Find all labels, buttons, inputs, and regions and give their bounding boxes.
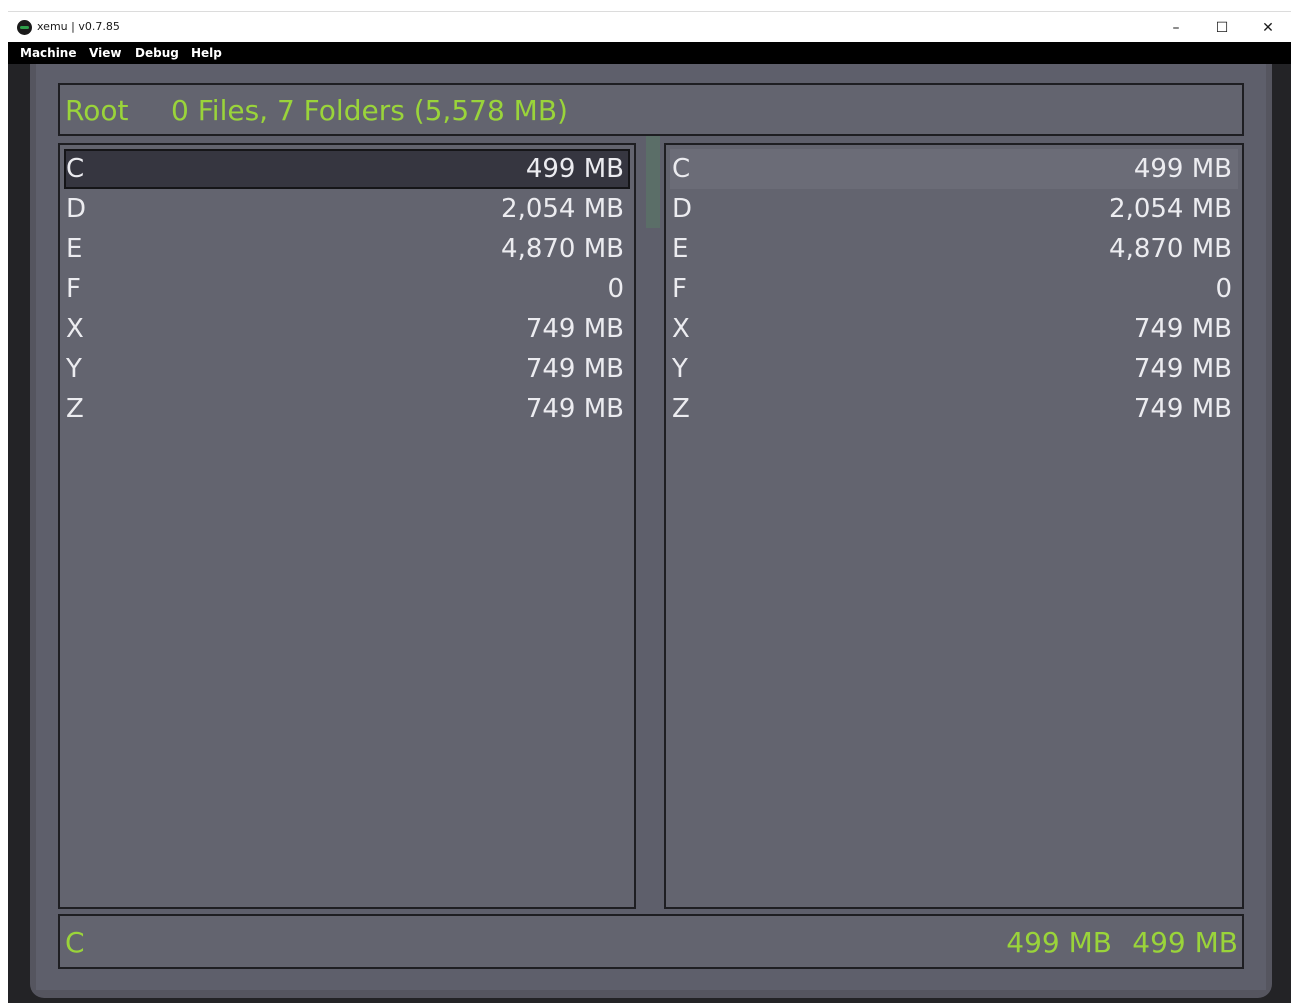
item-name: C bbox=[66, 154, 85, 184]
list-item[interactable]: Y 749 MB bbox=[670, 349, 1238, 389]
menu-debug[interactable]: Debug bbox=[135, 46, 179, 60]
location-header: Root 0 Files, 7 Folders (5,578 MB) bbox=[58, 83, 1244, 136]
list-item[interactable]: Z 749 MB bbox=[670, 389, 1238, 429]
item-name: E bbox=[66, 234, 83, 264]
item-size: 2,054 MB bbox=[501, 194, 624, 224]
item-name: Z bbox=[66, 394, 84, 424]
item-name: D bbox=[672, 194, 693, 224]
location-label: Root bbox=[65, 94, 129, 127]
menu-help[interactable]: Help bbox=[191, 46, 222, 60]
list-item[interactable]: E 4,870 MB bbox=[670, 229, 1238, 269]
list-item[interactable]: C 499 MB bbox=[64, 149, 630, 189]
item-name: X bbox=[672, 314, 690, 344]
background-artifact bbox=[646, 136, 660, 228]
list-item[interactable]: F 0 bbox=[670, 269, 1238, 309]
item-size: 4,870 MB bbox=[501, 234, 624, 264]
item-name: D bbox=[66, 194, 87, 224]
list-item[interactable]: C 499 MB bbox=[670, 149, 1238, 189]
window-title-bar: xemu | v0.7.85 – ☐ ✕ bbox=[8, 11, 1291, 43]
item-size: 749 MB bbox=[525, 394, 624, 424]
right-file-pane[interactable]: C 499 MB D 2,054 MB E 4,870 MB F 0 X 749… bbox=[664, 143, 1244, 909]
item-size: 499 MB bbox=[525, 154, 624, 184]
list-item[interactable]: E 4,870 MB bbox=[64, 229, 630, 269]
item-size: 749 MB bbox=[1133, 354, 1232, 384]
item-size: 749 MB bbox=[525, 314, 624, 344]
folder-summary: 0 Files, 7 Folders (5,578 MB) bbox=[171, 94, 568, 127]
item-name: Y bbox=[672, 354, 688, 384]
list-item[interactable]: Y 749 MB bbox=[64, 349, 630, 389]
list-item[interactable]: D 2,054 MB bbox=[64, 189, 630, 229]
item-size: 0 bbox=[1215, 274, 1232, 304]
item-size: 749 MB bbox=[1133, 394, 1232, 424]
list-item[interactable]: X 749 MB bbox=[64, 309, 630, 349]
item-name: F bbox=[66, 274, 81, 304]
item-name: E bbox=[672, 234, 689, 264]
list-item[interactable]: X 749 MB bbox=[670, 309, 1238, 349]
list-item[interactable]: Z 749 MB bbox=[64, 389, 630, 429]
item-name: Z bbox=[672, 394, 690, 424]
list-item[interactable]: D 2,054 MB bbox=[670, 189, 1238, 229]
window-title: xemu | v0.7.85 bbox=[37, 20, 120, 33]
item-size: 749 MB bbox=[525, 354, 624, 384]
selected-total-size: 499 MB bbox=[1132, 926, 1238, 959]
close-button[interactable]: ✕ bbox=[1245, 12, 1291, 43]
menu-bar: Machine View Debug Help bbox=[8, 42, 1291, 64]
menu-machine[interactable]: Machine bbox=[20, 46, 77, 60]
xemu-logo-icon bbox=[17, 20, 32, 35]
menu-view[interactable]: View bbox=[89, 46, 121, 60]
minimize-button[interactable]: – bbox=[1153, 12, 1199, 43]
item-name: Y bbox=[66, 354, 82, 384]
item-size: 499 MB bbox=[1133, 154, 1232, 184]
selected-item-name: C bbox=[65, 926, 85, 959]
item-size: 749 MB bbox=[1133, 314, 1232, 344]
status-footer: C 499 MB 499 MB bbox=[58, 914, 1244, 969]
item-size: 2,054 MB bbox=[1109, 194, 1232, 224]
item-size: 0 bbox=[607, 274, 624, 304]
selected-item-size: 499 MB bbox=[1006, 926, 1112, 959]
item-name: C bbox=[672, 154, 691, 184]
item-name: X bbox=[66, 314, 84, 344]
maximize-button[interactable]: ☐ bbox=[1199, 12, 1245, 43]
left-file-pane[interactable]: C 499 MB D 2,054 MB E 4,870 MB F 0 X 749… bbox=[58, 143, 636, 909]
item-name: F bbox=[672, 274, 687, 304]
item-size: 4,870 MB bbox=[1109, 234, 1232, 264]
list-item[interactable]: F 0 bbox=[64, 269, 630, 309]
